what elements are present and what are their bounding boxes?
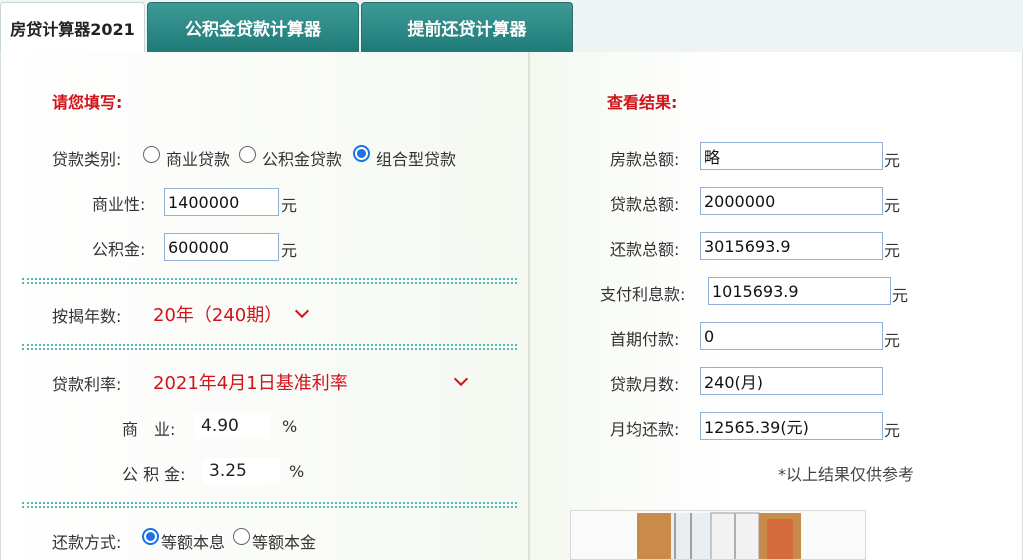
advertisement-image[interactable] xyxy=(570,510,866,560)
interest-output xyxy=(708,277,891,305)
radio-equal-installment[interactable] xyxy=(142,528,159,545)
results-panel xyxy=(530,52,1023,560)
house-total-output xyxy=(700,142,883,170)
loan-type-label: 贷款类别: xyxy=(52,150,122,169)
loan-months-label: 贷款月数: xyxy=(610,375,680,394)
commercial-rate-input[interactable] xyxy=(195,413,270,439)
monthly-payment-output xyxy=(700,412,883,440)
disclaimer-note: *以上结果仅供参考 xyxy=(778,465,915,484)
radio-provident-fund-loan-label[interactable]: 公积金贷款 xyxy=(262,146,342,170)
loan-years-select[interactable]: 20年（240期） xyxy=(153,301,282,327)
loan-total-unit: 元 xyxy=(884,196,901,215)
fund-rate-percent: % xyxy=(289,462,305,481)
window-illustration xyxy=(637,512,801,559)
commercial-rate-label: 商 业: xyxy=(122,420,176,439)
form-heading: 请您填写: xyxy=(52,93,123,112)
radio-provident-fund-loan[interactable] xyxy=(239,146,256,163)
section-divider xyxy=(22,278,517,284)
loan-total-label: 贷款总额: xyxy=(610,195,680,214)
commercial-amount-input[interactable] xyxy=(164,188,279,216)
radio-equal-principal-label[interactable]: 等额本金 xyxy=(252,529,316,553)
loan-total-output xyxy=(700,187,883,215)
commercial-amount-label: 商业性: xyxy=(92,195,146,214)
radio-commercial-loan-label[interactable]: 商业贷款 xyxy=(166,146,230,170)
fund-rate-label: 公 积 金: xyxy=(122,465,186,484)
tab-bar: 房贷计算器2021 公积金贷款计算器 提前还贷计算器 xyxy=(0,0,1023,52)
repayment-method-label: 还款方式: xyxy=(52,533,122,552)
radio-equal-installment-label[interactable]: 等额本息 xyxy=(161,529,225,553)
house-total-label: 房款总额: xyxy=(610,150,680,169)
down-payment-output xyxy=(700,322,883,350)
section-divider xyxy=(22,502,517,508)
results-heading: 查看结果: xyxy=(607,93,678,112)
repay-total-label: 还款总额: xyxy=(610,240,680,259)
down-payment-unit: 元 xyxy=(884,331,901,350)
repay-total-output xyxy=(700,232,883,260)
loan-rate-label: 贷款利率: xyxy=(52,375,122,394)
commercial-amount-unit: 元 xyxy=(281,196,298,215)
commercial-rate-percent: % xyxy=(282,417,298,436)
fund-rate-input[interactable] xyxy=(203,458,280,484)
interest-unit: 元 xyxy=(892,286,909,305)
loan-rate-select[interactable]: 2021年4月1日基准利率 xyxy=(153,369,348,395)
tab-provident-fund-calculator[interactable]: 公积金贷款计算器 xyxy=(147,2,359,52)
radio-combined-loan[interactable] xyxy=(353,145,370,162)
radio-combined-loan-label[interactable]: 组合型贷款 xyxy=(376,146,456,170)
interest-label: 支付利息款: xyxy=(600,285,686,304)
radio-commercial-loan[interactable] xyxy=(143,146,160,163)
repay-total-unit: 元 xyxy=(884,241,901,260)
loan-years-label: 按揭年数: xyxy=(52,307,122,326)
tab-prepayment-calculator[interactable]: 提前还贷计算器 xyxy=(361,2,573,52)
fund-amount-input[interactable] xyxy=(164,233,279,261)
fund-amount-label: 公积金: xyxy=(92,240,146,259)
loan-months-output xyxy=(700,367,883,395)
house-total-unit: 元 xyxy=(884,151,901,170)
fund-amount-unit: 元 xyxy=(281,241,298,260)
monthly-payment-unit: 元 xyxy=(884,421,901,440)
down-payment-label: 首期付款: xyxy=(610,330,680,349)
tab-mortgage-calculator-2021[interactable]: 房贷计算器2021 xyxy=(0,2,145,52)
radio-equal-principal[interactable] xyxy=(233,528,250,545)
section-divider xyxy=(22,344,517,350)
monthly-payment-label: 月均还款: xyxy=(610,420,680,439)
